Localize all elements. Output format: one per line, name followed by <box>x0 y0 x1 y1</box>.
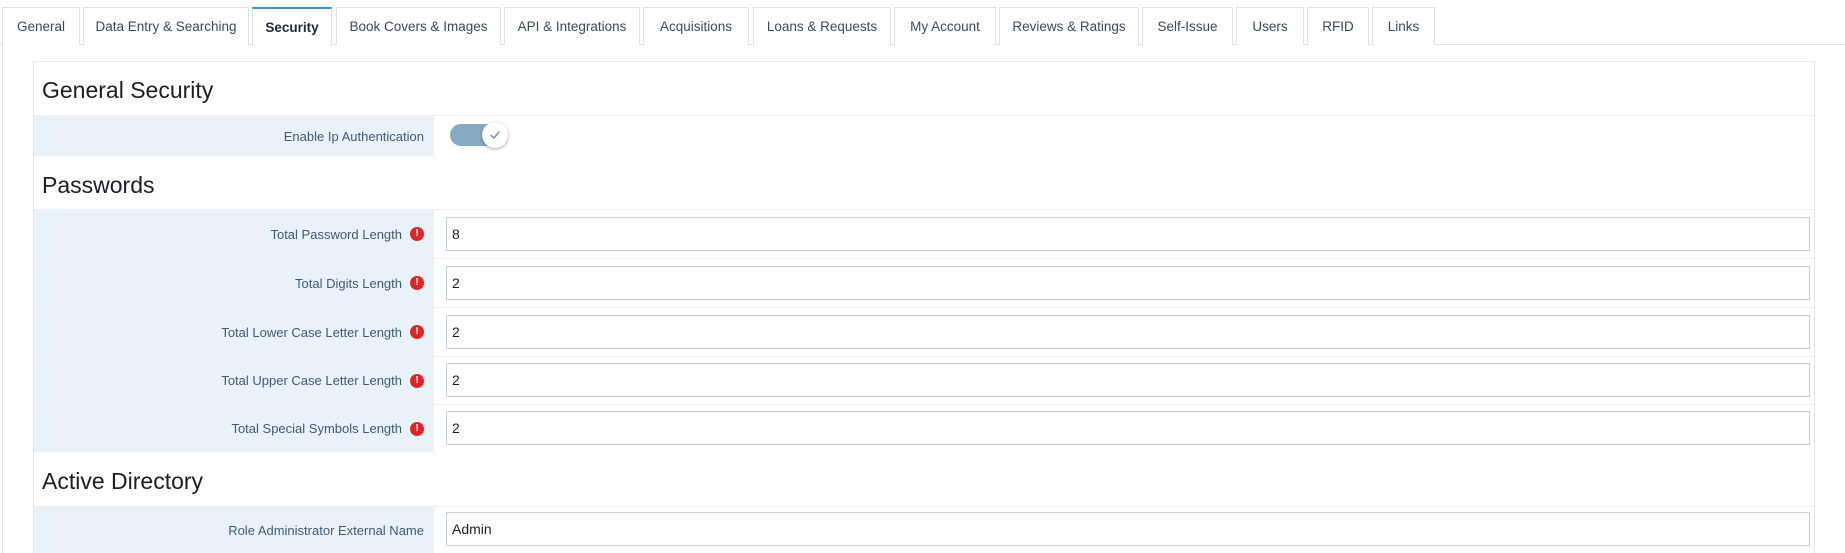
tab-acquisitions[interactable]: Acquisitions <box>643 7 749 45</box>
toggle-knob <box>482 122 508 148</box>
setting-label: Total Special Symbols Length ! <box>34 405 434 452</box>
tab-links[interactable]: Links <box>1372 7 1435 45</box>
setting-label: Total Lower Case Letter Length ! <box>34 308 434 356</box>
setting-row-enable-ip-auth: Enable Ip Authentication <box>34 115 1814 156</box>
field-label: Total Digits Length <box>295 275 402 291</box>
tab-api-integrations[interactable]: API & Integrations <box>504 7 640 45</box>
setting-label: Enable Ip Authentication <box>34 116 434 156</box>
setting-label: Total Upper Case Letter Length ! <box>34 357 434 404</box>
setting-row-special-symbols-length: Total Special Symbols Length ! 2 <box>34 404 1814 452</box>
tab-reviews-ratings[interactable]: Reviews & Ratings <box>999 7 1139 45</box>
setting-label: Total Digits Length ! <box>34 259 434 307</box>
settings-tab-bar: General Data Entry & Searching Security … <box>0 0 1845 46</box>
tab-data-entry-searching[interactable]: Data Entry & Searching <box>83 7 249 45</box>
field-label: Role Administrator External Name <box>228 522 424 538</box>
exclamation-circle-icon: ! <box>410 325 424 339</box>
total-upper-case-length-input[interactable]: 2 <box>446 363 1810 397</box>
setting-row-password-length: Total Password Length ! 8 <box>34 209 1814 258</box>
exclamation-circle-icon: ! <box>410 227 424 241</box>
tab-rfid[interactable]: RFID <box>1307 7 1369 45</box>
check-icon <box>490 131 500 139</box>
section-title-general-security: General Security <box>42 77 214 103</box>
total-password-length-input[interactable]: 8 <box>446 217 1810 251</box>
tab-self-issue[interactable]: Self-Issue <box>1142 7 1233 45</box>
field-label: Total Lower Case Letter Length <box>221 324 402 340</box>
exclamation-circle-icon: ! <box>410 421 424 436</box>
enable-ip-auth-toggle[interactable] <box>450 122 508 148</box>
tab-loans-requests[interactable]: Loans & Requests <box>753 7 891 45</box>
setting-row-role-admin-external-name: Role Administrator External Name Admin <box>34 506 1814 553</box>
total-lower-case-length-input[interactable]: 2 <box>446 315 1810 349</box>
tab-my-account[interactable]: My Account <box>894 7 996 45</box>
field-label: Total Special Symbols Length <box>231 421 402 436</box>
tab-security[interactable]: Security <box>252 7 332 46</box>
exclamation-circle-icon: ! <box>410 373 424 388</box>
tab-users[interactable]: Users <box>1236 7 1304 45</box>
setting-row-lower-case-length: Total Lower Case Letter Length ! 2 <box>34 307 1814 356</box>
enable-ip-auth-label: Enable Ip Authentication <box>283 128 424 144</box>
role-admin-external-name-input[interactable]: Admin <box>446 512 1810 546</box>
setting-label: Total Password Length ! <box>34 210 434 258</box>
tab-general[interactable]: General <box>2 7 80 45</box>
total-special-symbols-length-input[interactable]: 2 <box>446 411 1810 445</box>
section-title-active-directory: Active Directory <box>42 468 204 494</box>
exclamation-circle-icon: ! <box>410 276 424 290</box>
field-label: Total Password Length <box>270 226 402 242</box>
tab-book-covers-images[interactable]: Book Covers & Images <box>336 7 501 45</box>
total-digits-length-input[interactable]: 2 <box>446 266 1810 300</box>
section-title-passwords: Passwords <box>42 172 155 198</box>
setting-row-upper-case-length: Total Upper Case Letter Length ! 2 <box>34 356 1814 404</box>
field-label: Total Upper Case Letter Length <box>221 373 402 388</box>
setting-label: Role Administrator External Name <box>34 507 434 553</box>
setting-row-digits-length: Total Digits Length ! 2 <box>34 258 1814 307</box>
